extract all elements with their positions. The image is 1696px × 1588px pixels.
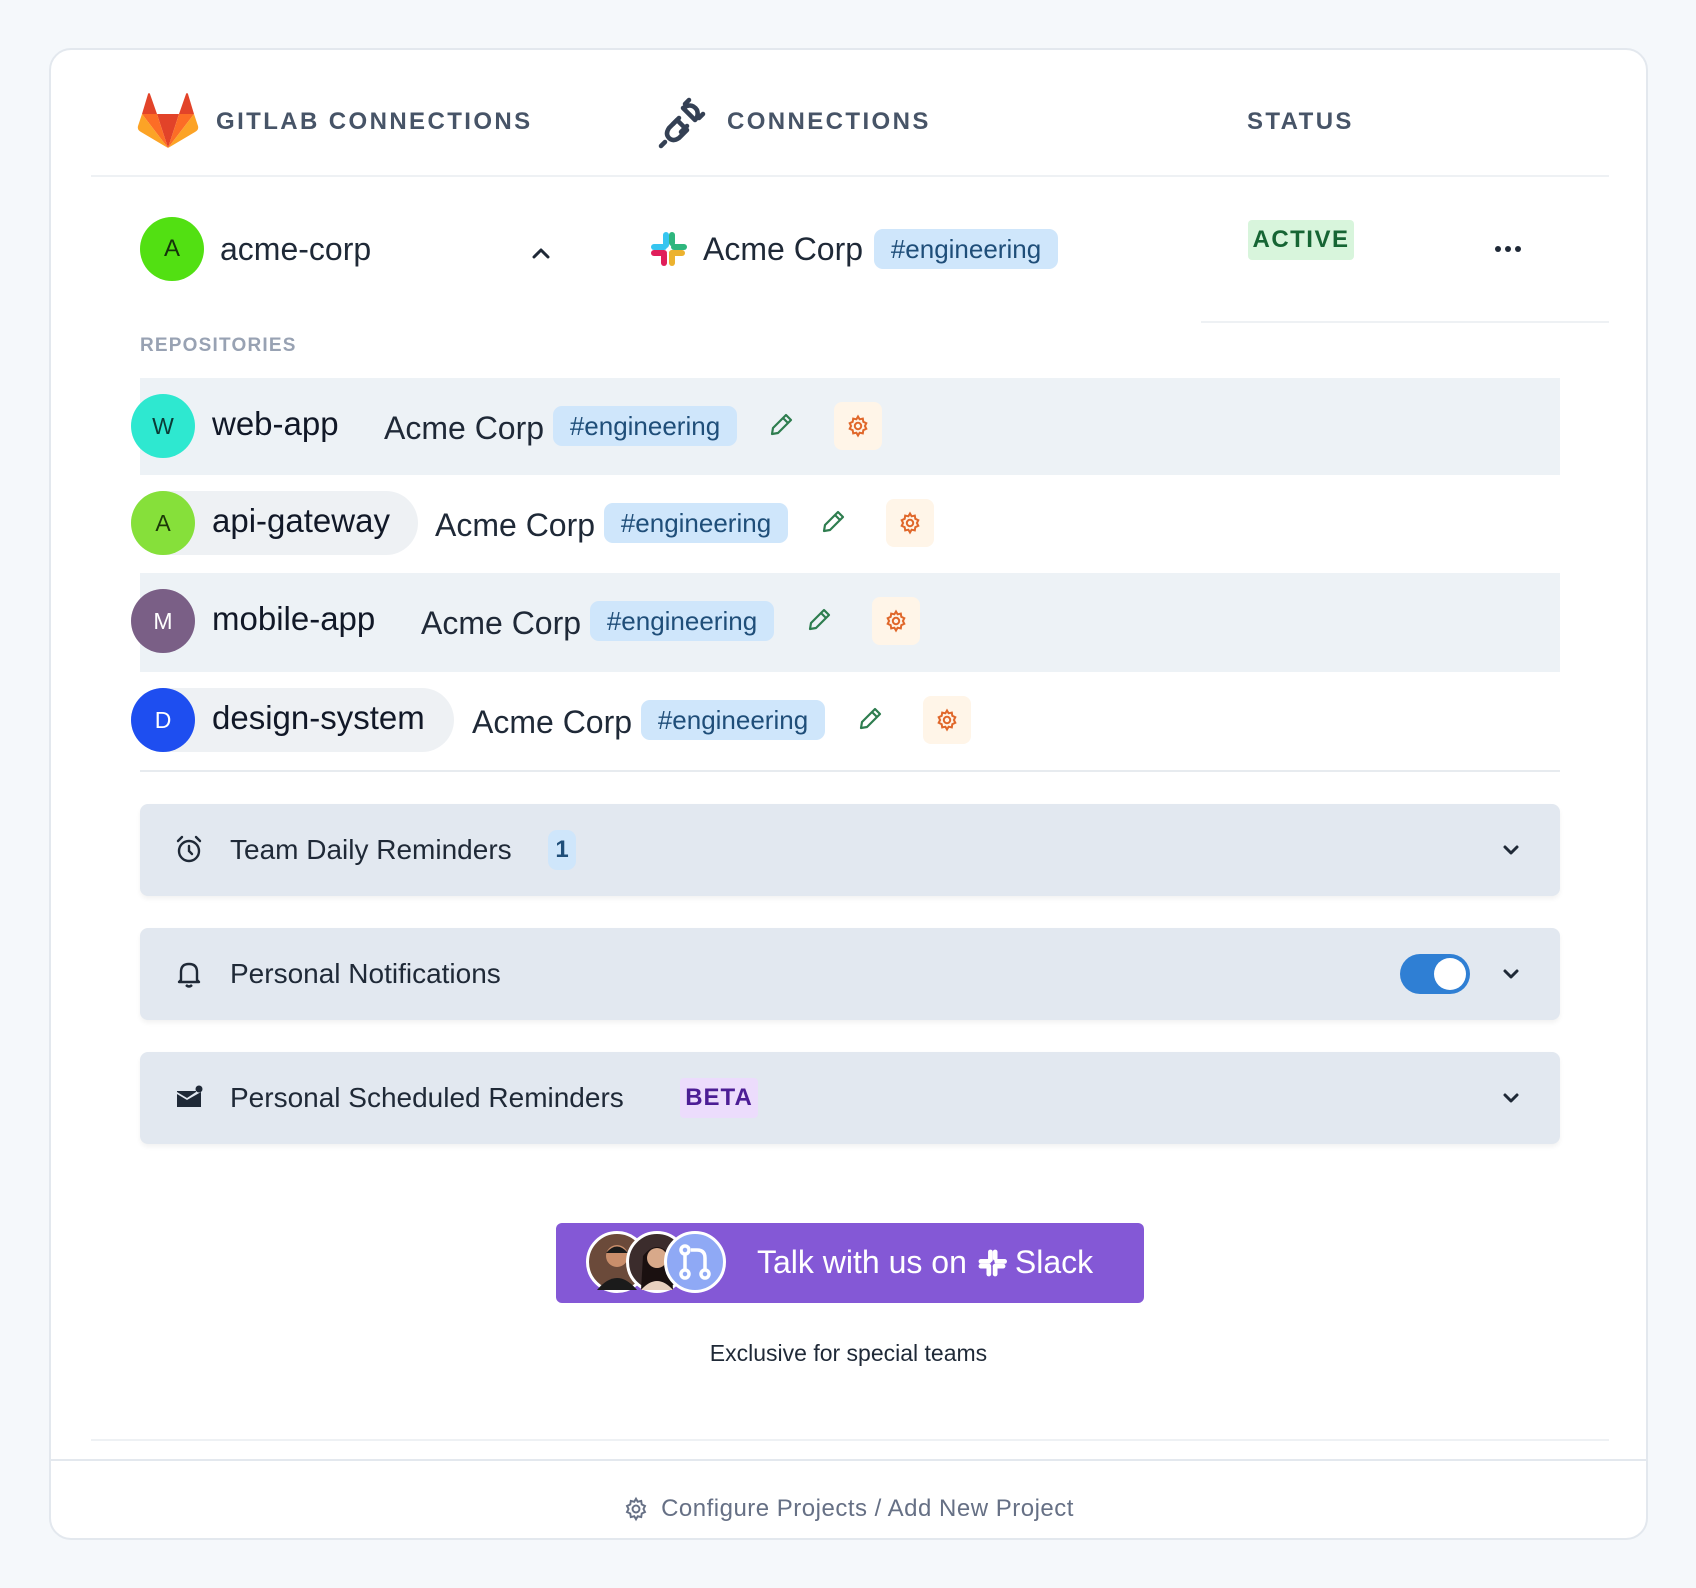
gitlab-connections-heading: GITLAB CONNECTIONS: [216, 108, 533, 135]
repo-channel-chip: #engineering: [590, 601, 774, 641]
bell-icon: [177, 962, 201, 988]
gear-icon: [625, 1496, 647, 1522]
pencil-icon[interactable]: [818, 507, 848, 537]
pencil-icon[interactable]: [804, 605, 834, 635]
chevron-up-icon[interactable]: [528, 240, 554, 266]
status-divider: [1201, 321, 1609, 323]
repo-row-api-gateway: A api-gateway Acme Corp #engineering: [131, 475, 1560, 572]
toggle-knob: [1434, 958, 1466, 990]
repo-channel-chip: #engineering: [604, 503, 788, 543]
talk-on-slack-button[interactable]: Talk with us on Slack: [556, 1223, 1144, 1303]
gear-icon: [900, 511, 920, 535]
connection-name[interactable]: acme-corp: [220, 231, 371, 268]
cta-subtitle: Exclusive for special teams: [709, 1340, 988, 1366]
gear-icon: [886, 609, 906, 633]
more-options-icon[interactable]: [1492, 233, 1524, 265]
repo-settings-button[interactable]: [923, 696, 971, 744]
connection-channel-chip: #engineering: [874, 229, 1058, 269]
reminders-count-badge: 1: [548, 830, 576, 870]
chevron-down-icon[interactable]: [1498, 961, 1524, 987]
repo-team: Acme Corp: [384, 410, 545, 446]
footer-divider: [91, 1439, 1609, 1441]
gear-icon: [848, 414, 868, 438]
status-heading: STATUS: [1247, 108, 1354, 135]
repo-name[interactable]: web-app: [212, 405, 339, 443]
repo-row-design-system: D design-system Acme Corp #engineering: [131, 672, 1560, 769]
repo-name[interactable]: api-gateway: [212, 502, 390, 540]
personal-scheduled-reminders-label: Personal Scheduled Reminders: [230, 1082, 624, 1113]
gitlab-connections-card: GITLAB CONNECTIONS CONNECTIONS STATUS A …: [49, 48, 1648, 1540]
team-daily-reminders-section[interactable]: Team Daily Reminders 1: [140, 804, 1560, 896]
repo-name[interactable]: design-system: [212, 699, 425, 737]
repo-channel-chip: #engineering: [641, 700, 825, 740]
repo-avatar: D: [131, 688, 195, 752]
repo-settings-button[interactable]: [872, 597, 920, 645]
repo-settings-button[interactable]: [834, 402, 882, 450]
plug-icon: [658, 97, 706, 149]
connection-team: Acme Corp: [703, 231, 864, 267]
gitlab-logo-icon: [137, 93, 199, 148]
footer-border: [51, 1459, 1648, 1461]
status-badge: ACTIVE: [1248, 220, 1354, 260]
alarm-clock-icon: [176, 835, 202, 863]
repo-avatar: A: [131, 491, 195, 555]
beta-badge: BETA: [680, 1078, 758, 1118]
connection-avatar: A: [140, 217, 204, 281]
repositories-heading: REPOSITORIES: [140, 335, 297, 356]
cta-text-suffix: Slack: [1014, 1244, 1094, 1280]
repositories-divider: [140, 770, 1560, 772]
repo-row-web-app: W web-app Acme Corp #engineering: [131, 378, 1560, 475]
repo-avatar: M: [131, 589, 195, 653]
repo-team: Acme Corp: [472, 704, 633, 740]
slack-icon: [978, 1249, 1007, 1276]
chevron-down-icon[interactable]: [1498, 837, 1524, 863]
team-member-avatar: [664, 1231, 726, 1293]
connections-heading: CONNECTIONS: [727, 108, 931, 135]
cta-text-prefix: Talk with us on: [757, 1244, 967, 1280]
repo-name[interactable]: mobile-app: [212, 600, 375, 638]
cta-text: Talk with us on Slack: [757, 1244, 1093, 1281]
header-divider: [91, 175, 1609, 177]
repo-team: Acme Corp: [435, 507, 596, 543]
personal-notifications-section[interactable]: Personal Notifications: [140, 928, 1560, 1020]
team-daily-reminders-label: Team Daily Reminders: [230, 834, 512, 865]
chevron-down-icon[interactable]: [1498, 1085, 1524, 1111]
personal-notifications-label: Personal Notifications: [230, 958, 501, 989]
repo-avatar: W: [131, 394, 195, 458]
merge-request-icon: [679, 1244, 711, 1280]
pencil-icon[interactable]: [766, 410, 796, 440]
gear-icon: [937, 708, 957, 732]
repo-channel-chip: #engineering: [553, 406, 737, 446]
envelope-icon: [177, 1085, 203, 1107]
notifications-toggle[interactable]: [1400, 954, 1470, 994]
repo-row-mobile-app: M mobile-app Acme Corp #engineering: [131, 573, 1560, 672]
configure-projects-label: Configure Projects / Add New Project: [661, 1495, 1074, 1522]
personal-scheduled-reminders-section[interactable]: Personal Scheduled Reminders BETA: [140, 1052, 1560, 1144]
repo-settings-button[interactable]: [886, 499, 934, 547]
repo-team: Acme Corp: [421, 605, 582, 641]
slack-icon: [651, 232, 687, 266]
pencil-icon[interactable]: [855, 704, 885, 734]
configure-projects-link[interactable]: Configure Projects / Add New Project: [51, 1495, 1646, 1523]
